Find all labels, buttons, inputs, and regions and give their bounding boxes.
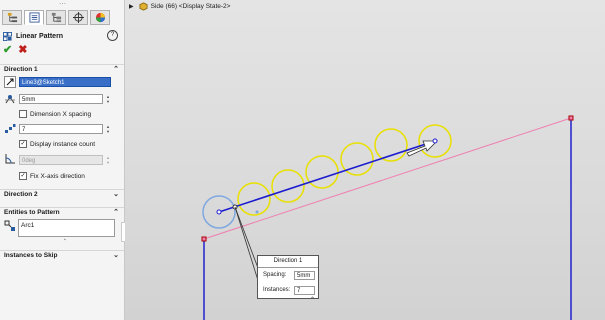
spacing-icon (4, 93, 16, 105)
chevron-up-icon[interactable]: ⌃ (113, 208, 119, 218)
ok-button[interactable]: ✔ (3, 43, 12, 56)
instance-circle (237, 182, 271, 216)
callout-instances-label: Instances: (263, 287, 291, 293)
section-direction-1-label: Direction 1 (4, 66, 38, 73)
angle-icon (4, 153, 16, 165)
feature-title-text: Linear Pattern (16, 32, 64, 40)
spacing-row (4, 93, 16, 105)
callout-spacing-row: Spacing: (263, 272, 286, 278)
fix-x-axis-label: Fix X-axis direction (30, 172, 85, 180)
callout-spacing-field[interactable]: 5mm (294, 271, 315, 280)
section-entities-label: Entities to Pattern (4, 209, 60, 216)
display-instance-count-box[interactable]: ✓ (19, 140, 27, 148)
list-item[interactable]: Arc1 (21, 222, 112, 229)
configuration-icon (51, 12, 61, 23)
entities-listbox[interactable]: Arc1 (18, 219, 115, 237)
crosshair-icon (72, 12, 84, 23)
display-instance-count-label: Display instance count (30, 140, 96, 148)
tab-property-manager[interactable] (24, 10, 44, 25)
instance-circle (305, 155, 339, 189)
listbox-resize-handle[interactable]: ▪ (64, 237, 66, 243)
callout-instances-row: Instances: (263, 287, 290, 293)
linear-pattern-icon (3, 31, 12, 41)
direction-reference-field[interactable]: Line3@Sketch1 (19, 77, 111, 87)
spacing-stepper[interactable]: ▲ ▼ (105, 94, 111, 104)
dimension-x-spacing-checkbox[interactable]: Dimension X spacing (19, 110, 91, 118)
instances-stepper[interactable]: ▲ ▼ (105, 124, 111, 134)
callout-instances-field[interactable]: 7 (294, 286, 315, 295)
dimension-x-spacing-label: Dimension X spacing (30, 110, 92, 118)
tab-display-manager[interactable] (90, 10, 110, 25)
tab-dimxpert-manager[interactable] (68, 10, 88, 25)
section-entities-to-pattern[interactable]: Entities to Pattern ⌃ (0, 207, 124, 217)
instances-icon (4, 123, 16, 135)
section-direction-2[interactable]: Direction 2 ⌄ (0, 189, 124, 199)
property-manager-panel: ⋯ Linear Pattern ? ✔ ✖ Direction 1 ⌃ Lin… (0, 0, 127, 320)
reverse-direction-icon[interactable] (4, 76, 16, 88)
ok-cancel-bar: ✔ ✖ (3, 43, 27, 56)
direction-callout[interactable]: Direction 1 Spacing: 5mm Instances: 7 (257, 255, 319, 299)
tab-configuration-manager[interactable] (46, 10, 66, 25)
feature-title: Linear Pattern ? (3, 30, 121, 42)
angle-field: 0deg (19, 155, 103, 165)
pattern-direction-line (218, 140, 436, 213)
section-instances-to-skip-label: Instances to Skip (4, 252, 58, 259)
endpoint-marker (201, 236, 207, 242)
sketch-entities-icon (4, 220, 16, 232)
section-instances-to-skip[interactable]: Instances to Skip ⌄ (0, 250, 124, 260)
callout-spacing-label: Spacing: (263, 272, 287, 278)
section-direction-1[interactable]: Direction 1 ⌃ (0, 64, 124, 74)
entities-row (4, 220, 16, 232)
instances-field[interactable]: 7 (19, 124, 103, 134)
dimension-x-spacing-box[interactable] (19, 110, 27, 118)
chevron-up-icon[interactable]: ⌃ (113, 65, 119, 75)
chevron-down-icon[interactable]: ⌄ (113, 190, 119, 200)
sketch-canvas (201, 115, 574, 320)
graphics-area[interactable]: ▶ Side (66) <Display State-2> (125, 0, 605, 320)
fix-x-axis-box[interactable]: ✓ (19, 172, 27, 180)
feature-tree-icon (7, 12, 17, 23)
fix-x-axis-checkbox[interactable]: ✓ Fix X-axis direction (19, 172, 85, 180)
direction-reference-row (4, 76, 16, 88)
manager-tabs (2, 10, 112, 25)
help-icon[interactable]: ? (107, 30, 118, 41)
seed-point (216, 209, 222, 215)
instances-row (4, 123, 16, 135)
callout-collapse-icon[interactable]: ⌃ (310, 296, 315, 303)
chevron-down-icon[interactable]: ⌄ (113, 251, 119, 261)
center-dot (255, 210, 259, 214)
spacing-field[interactable]: 5mm (19, 94, 103, 104)
callout-title: Direction 1 (258, 256, 318, 268)
angle-stepper: ▲ ▼ (106, 155, 110, 165)
section-direction-2-label: Direction 2 (4, 191, 38, 198)
property-list-icon (28, 12, 40, 23)
color-wheel-icon (95, 12, 105, 23)
end-point (432, 138, 438, 144)
construction-line (203, 117, 572, 240)
display-instance-count-checkbox[interactable]: ✓ Display instance count (19, 140, 95, 148)
cancel-button[interactable]: ✖ (18, 43, 27, 56)
endpoint-marker (568, 115, 574, 121)
panel-grip[interactable]: ⋯ (0, 0, 125, 9)
tab-feature-manager[interactable] (2, 10, 22, 25)
angle-row (4, 153, 16, 165)
